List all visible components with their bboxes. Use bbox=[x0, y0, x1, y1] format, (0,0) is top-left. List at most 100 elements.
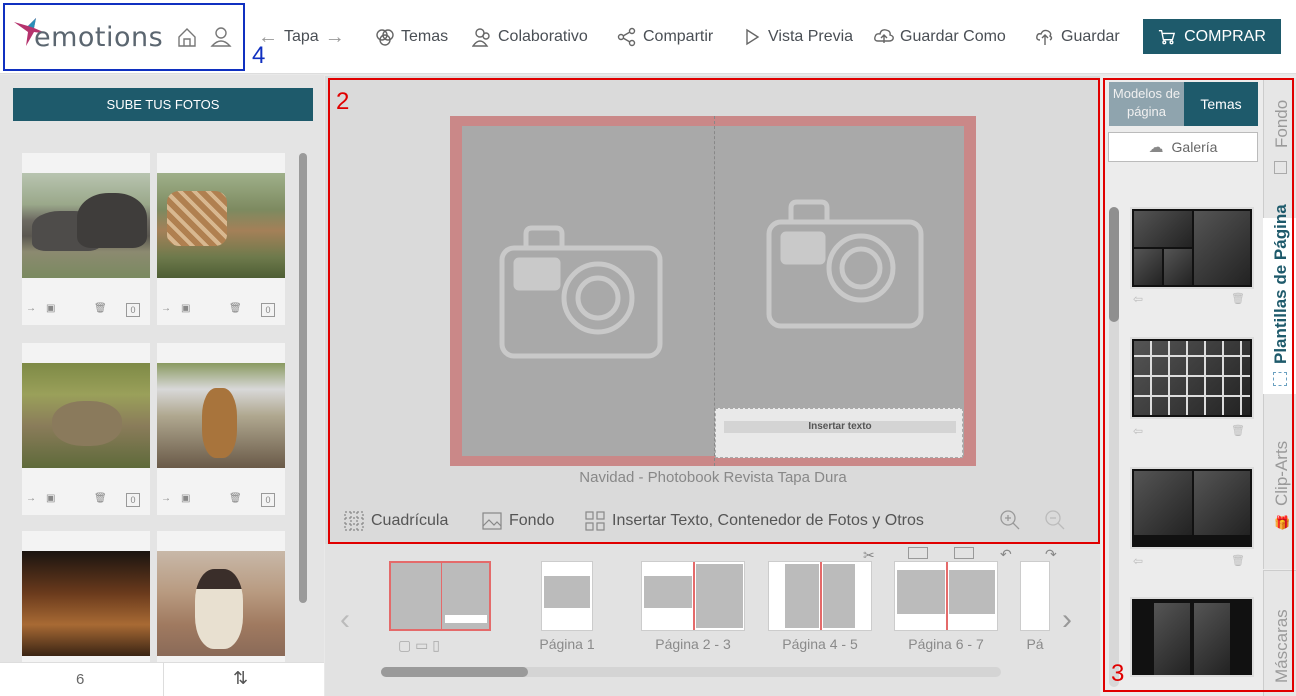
photo-count: 6 bbox=[76, 671, 85, 688]
arrow-right-icon[interactable]: → bbox=[161, 493, 171, 504]
trash-icon[interactable]: 🗑 bbox=[94, 493, 107, 504]
gift-icon: 🎁 bbox=[1274, 515, 1291, 530]
photo-card[interactable] bbox=[22, 531, 150, 662]
image-icon[interactable]: ▣ bbox=[46, 303, 55, 314]
zoom-in-icon[interactable] bbox=[998, 508, 1022, 532]
thumb-page-next[interactable] bbox=[1020, 561, 1050, 631]
photo-card[interactable]: → ▣ 🗑 0 bbox=[22, 153, 150, 325]
text-placeholder[interactable]: Insertar texto bbox=[724, 421, 956, 433]
photo-rhinos[interactable] bbox=[22, 173, 150, 278]
themes-button[interactable]: Temas bbox=[375, 24, 448, 50]
photo-controls: → ▣ 🗑 0 bbox=[22, 493, 150, 507]
preview-button[interactable]: Vista Previa bbox=[742, 24, 853, 50]
thumb-page-2-3[interactable] bbox=[641, 561, 745, 631]
text-box[interactable]: Insertar texto bbox=[715, 408, 963, 458]
insert-tool[interactable]: Insertar Texto, Contenedor de Fotos y Ot… bbox=[584, 509, 924, 533]
tab-background[interactable]: Fondo bbox=[1263, 78, 1296, 218]
tab-masks-label: Máscaras bbox=[1272, 609, 1291, 683]
cover-nav[interactable]: ← Tapa → bbox=[258, 24, 345, 50]
photo-card[interactable]: → ▣ 🗑 0 bbox=[22, 343, 150, 515]
thumb-label: Página 2 - 3 bbox=[655, 636, 731, 652]
save-as-label: Guardar Como bbox=[900, 28, 1006, 45]
arrow-right-icon[interactable]: → bbox=[26, 303, 36, 314]
image-icon[interactable]: ▣ bbox=[181, 493, 190, 504]
tab-page-templates[interactable]: Plantillas de Página bbox=[1263, 204, 1296, 394]
arrow-right-icon[interactable]: → bbox=[325, 26, 345, 49]
annotation-number-3: 3 bbox=[1111, 660, 1125, 687]
image-icon[interactable]: ▣ bbox=[181, 303, 190, 314]
logo-text[interactable]: emotions bbox=[34, 22, 163, 53]
play-icon bbox=[746, 28, 760, 46]
thumb-cover[interactable] bbox=[389, 561, 491, 631]
trash-icon[interactable]: 🗑 bbox=[94, 303, 107, 314]
filmstrip-next-icon[interactable]: › bbox=[1062, 603, 1072, 637]
arrow-right-icon[interactable]: → bbox=[161, 303, 171, 314]
zoom-out-icon[interactable] bbox=[1043, 508, 1067, 532]
arrow-left-icon[interactable]: ⇦ bbox=[1133, 554, 1143, 568]
upload-photos-button[interactable]: SUBE TUS FOTOS bbox=[13, 88, 313, 121]
home-icon[interactable] bbox=[176, 26, 198, 48]
cloud-save-icon bbox=[874, 29, 894, 43]
copy-page-icon[interactable] bbox=[908, 547, 928, 559]
photo-dog[interactable] bbox=[157, 363, 285, 468]
themes-label: Temas bbox=[401, 28, 449, 45]
template-thumb[interactable] bbox=[1130, 337, 1254, 419]
template-thumb[interactable] bbox=[1130, 467, 1254, 549]
tab-page-models[interactable]: Modelos de página bbox=[1109, 82, 1184, 126]
grid-icon bbox=[1273, 372, 1287, 386]
templates-scrollbar[interactable] bbox=[1109, 207, 1119, 322]
editor-app: emotions ← Tapa → Temas Colaborativo Com… bbox=[0, 0, 1296, 696]
photo-card[interactable] bbox=[157, 531, 285, 662]
image-icon[interactable]: ▣ bbox=[46, 493, 55, 504]
trash-icon[interactable]: 🗑 bbox=[1231, 292, 1245, 305]
thumb-page-4-5[interactable] bbox=[768, 561, 872, 631]
background-tool[interactable]: Fondo bbox=[481, 509, 554, 533]
filmstrip-prev-icon[interactable]: ‹ bbox=[340, 603, 350, 637]
tab-cliparts[interactable]: Clip-Arts 🎁 bbox=[1263, 394, 1296, 569]
save-label: Guardar bbox=[1061, 28, 1120, 45]
photo-placeholder-icon[interactable] bbox=[498, 222, 666, 362]
paste-page-icon[interactable] bbox=[954, 547, 974, 559]
arrow-left-icon[interactable]: ⇦ bbox=[1133, 292, 1143, 306]
trash-icon[interactable]: 🗑 bbox=[229, 303, 242, 314]
undo-icon[interactable]: ↶ bbox=[1000, 546, 1012, 563]
save-button[interactable]: Guardar bbox=[1035, 24, 1120, 50]
thumb-cover-actions[interactable]: ▢ ▭ ▯ bbox=[398, 637, 440, 654]
insert-label: Insertar Texto, Contenedor de Fotos y Ot… bbox=[612, 512, 924, 529]
tab-themes[interactable]: Temas bbox=[1184, 82, 1258, 126]
photo-placeholder-icon[interactable] bbox=[765, 196, 925, 332]
photo-cat[interactable] bbox=[157, 551, 285, 656]
photo-card[interactable]: → ▣ 🗑 0 bbox=[157, 153, 285, 325]
trash-icon[interactable]: 🗑 bbox=[229, 493, 242, 504]
template-thumb[interactable] bbox=[1130, 597, 1254, 677]
share-button[interactable]: Compartir bbox=[617, 24, 713, 50]
photo-card[interactable]: → ▣ 🗑 0 bbox=[157, 343, 285, 515]
trash-icon[interactable]: 🗑 bbox=[1231, 424, 1245, 437]
arrow-right-icon[interactable]: → bbox=[26, 493, 36, 504]
photo-giraffes[interactable] bbox=[157, 173, 285, 278]
bleed-top bbox=[450, 116, 976, 126]
grid-tool[interactable]: Cuadrícula bbox=[343, 509, 448, 533]
gallery-button[interactable]: ☁ Galería bbox=[1108, 132, 1258, 162]
photos-footer: 6 ⇅ bbox=[0, 662, 324, 696]
tab-masks[interactable]: Máscaras bbox=[1263, 570, 1296, 696]
photo-horses[interactable] bbox=[22, 551, 150, 656]
trash-icon[interactable]: 🗑 bbox=[1231, 554, 1245, 567]
thumb-page-6-7[interactable] bbox=[894, 561, 998, 631]
photos-scrollbar[interactable] bbox=[299, 153, 307, 603]
book-title: Navidad - Photobook Revista Tapa Dura bbox=[579, 469, 847, 486]
filmstrip-scrollbar[interactable] bbox=[381, 667, 528, 677]
share-icon bbox=[617, 27, 636, 47]
buy-button[interactable]: COMPRAR bbox=[1143, 19, 1281, 54]
save-as-button[interactable]: Guardar Como bbox=[874, 24, 1006, 50]
collaborative-button[interactable]: Colaborativo bbox=[472, 24, 588, 50]
arrow-left-icon[interactable]: ⇦ bbox=[1133, 424, 1143, 438]
sort-arrows-icon[interactable]: ⇅ bbox=[233, 668, 248, 689]
user-icon[interactable] bbox=[210, 26, 232, 48]
image-icon bbox=[1274, 161, 1287, 174]
template-thumb[interactable] bbox=[1130, 207, 1254, 289]
tab-cliparts-label: Clip-Arts bbox=[1272, 440, 1291, 506]
themes-icon bbox=[376, 29, 394, 46]
thumb-page-1[interactable] bbox=[541, 561, 593, 631]
photo-deer[interactable] bbox=[22, 363, 150, 468]
